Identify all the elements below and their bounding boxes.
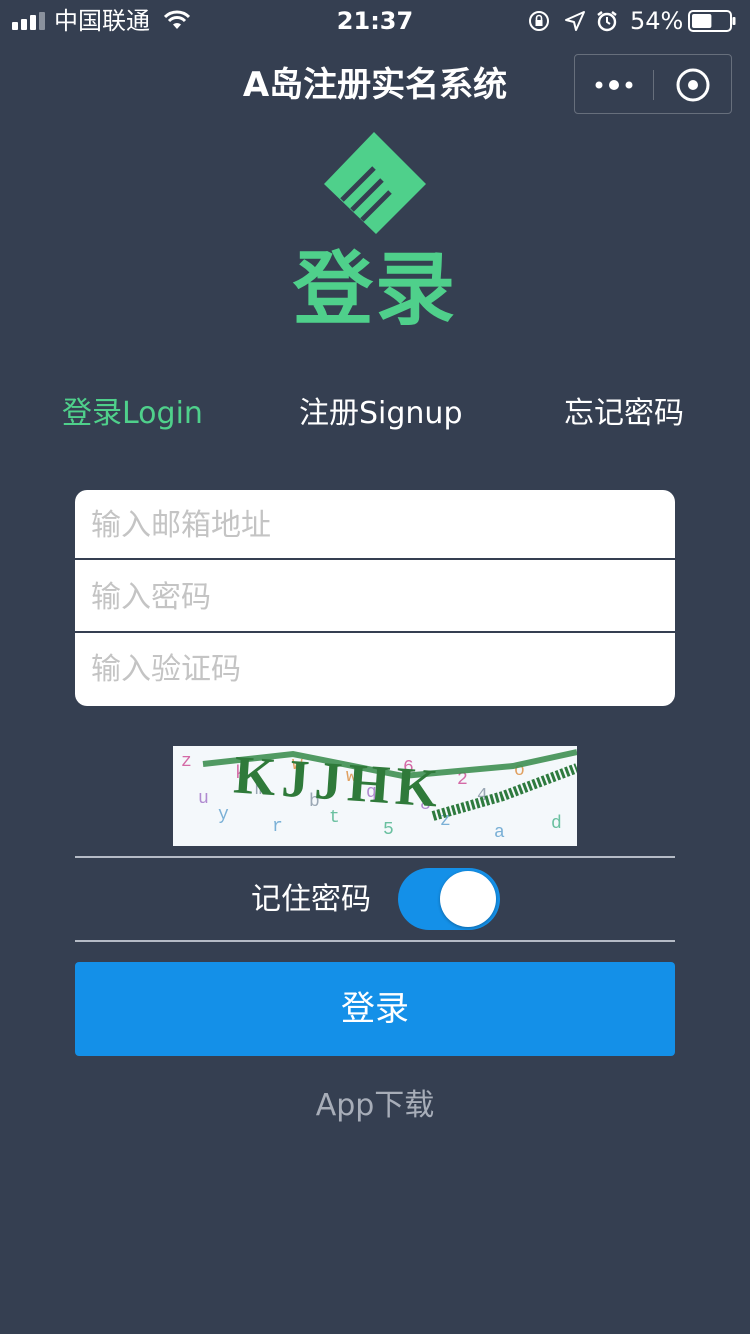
- captcha-image[interactable]: zymwtq6z4odukrbw582a KJJHK: [173, 746, 577, 846]
- email-input[interactable]: [75, 490, 675, 560]
- divider-bottom: [75, 940, 675, 942]
- remember-password-label: 记住密码: [251, 882, 371, 917]
- rotation-lock-icon: [529, 11, 549, 31]
- toggle-knob: [440, 871, 496, 927]
- close-miniprogram-icon[interactable]: [675, 67, 711, 103]
- login-headline: 登录: [293, 243, 457, 336]
- tab-login[interactable]: 登录Login: [62, 392, 203, 436]
- captcha-noise-char: r: [272, 817, 283, 837]
- capsule-divider: [653, 70, 654, 100]
- captcha-noise-char: a: [494, 823, 505, 843]
- tab-signup[interactable]: 注册Signup: [299, 392, 463, 436]
- login-page: 中国联通 21:37 54% A岛注册实名系统 登录 登录Login 注册Sig…: [0, 0, 750, 1334]
- field-divider: [75, 558, 675, 560]
- divider-top: [75, 856, 675, 858]
- login-button[interactable]: 登录: [75, 962, 675, 1056]
- battery-icon: [688, 10, 736, 32]
- remember-password-toggle[interactable]: [398, 868, 500, 930]
- password-input[interactable]: [75, 562, 675, 632]
- location-icon: [565, 11, 585, 31]
- battery-percent: 54%: [630, 7, 684, 35]
- app-download-link[interactable]: App下载: [0, 1084, 750, 1128]
- alarm-icon: [597, 11, 617, 32]
- captcha-noise-char: u: [198, 789, 209, 809]
- miniprogram-capsule: [574, 54, 732, 114]
- field-divider: [75, 631, 675, 633]
- captcha-noise-char: z: [181, 752, 192, 772]
- login-form: [75, 490, 675, 706]
- captcha-noise-char: y: [218, 805, 229, 825]
- more-icon[interactable]: [593, 77, 635, 93]
- status-bar: 中国联通 21:37 54%: [0, 0, 750, 40]
- tab-forgot-password[interactable]: 忘记密码: [564, 392, 684, 436]
- captcha-input[interactable]: [75, 634, 675, 704]
- captcha-noise-char: 5: [383, 820, 394, 840]
- app-logo-icon: [324, 132, 426, 234]
- captcha-noise-char: d: [551, 814, 562, 834]
